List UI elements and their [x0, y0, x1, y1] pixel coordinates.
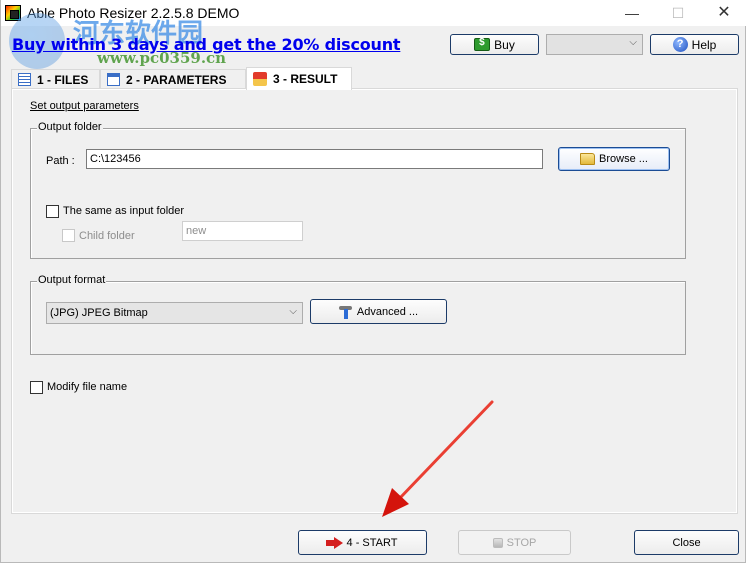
modify-file-name-checkbox[interactable]	[30, 381, 43, 394]
maximize-button[interactable]: ☐	[655, 0, 701, 26]
start-button[interactable]: 4 - START	[298, 530, 427, 555]
result-icon	[253, 72, 267, 86]
modify-file-name-label: Modify file name	[47, 381, 128, 393]
tab-files-label: 1 - FILES	[37, 72, 89, 87]
document-icon	[18, 73, 31, 86]
minimize-icon: —	[625, 5, 639, 21]
start-label: 4 - START	[346, 536, 398, 549]
chevron-down-icon: ⌵	[629, 37, 637, 48]
close-label: Close	[672, 536, 701, 549]
child-folder-checkbox[interactable]	[62, 229, 75, 242]
arrow-right-icon	[325, 536, 343, 549]
close-window-button[interactable]: ✕	[701, 0, 746, 26]
tab-result-label: 3 - RESULT	[273, 72, 338, 86]
tab-parameters-label: 2 - PARAMETERS	[126, 72, 227, 87]
tab-parameters[interactable]: 2 - PARAMETERS	[100, 69, 246, 89]
chevron-down-icon: ⌵	[289, 306, 297, 317]
output-folder-group-label: Output folder	[37, 121, 103, 133]
list-icon	[107, 73, 120, 86]
same-as-input-checkbox[interactable]	[46, 205, 59, 218]
help-icon: ?	[672, 37, 688, 52]
help-button[interactable]: ? Help	[650, 34, 739, 55]
output-format-value: (JPG) JPEG Bitmap	[50, 307, 148, 319]
stop-button[interactable]: STOP	[458, 530, 571, 555]
close-icon: ✕	[717, 4, 731, 21]
hammer-icon	[338, 305, 353, 319]
minimize-button[interactable]: —	[609, 0, 655, 26]
child-folder-input[interactable]	[182, 221, 303, 241]
stop-icon	[492, 537, 503, 548]
advanced-button[interactable]: Advanced ...	[310, 299, 447, 324]
path-input[interactable]	[86, 149, 543, 169]
window-title: Able Photo Resizer 2.2.5.8 DEMO	[27, 5, 240, 21]
child-folder-label: Child folder	[79, 230, 135, 242]
buy-button[interactable]: Buy	[450, 34, 539, 55]
output-format-dropdown[interactable]: (JPG) JPEG Bitmap ⌵	[46, 302, 303, 324]
tab-files[interactable]: 1 - FILES	[11, 69, 100, 89]
buy-label: Buy	[494, 37, 515, 52]
stop-label: STOP	[506, 536, 537, 549]
app-window: Able Photo Resizer 2.2.5.8 DEMO — ☐ ✕ 河东…	[0, 0, 746, 563]
title-bar: Able Photo Resizer 2.2.5.8 DEMO — ☐ ✕	[1, 0, 746, 26]
advanced-label: Advanced ...	[356, 305, 419, 318]
promo-discount-link[interactable]: Buy within 3 days and get the 20% discou…	[12, 35, 401, 54]
language-dropdown[interactable]: ⌵	[546, 34, 643, 55]
set-output-parameters-link[interactable]: Set output parameters	[30, 100, 139, 112]
output-format-group-label: Output format	[37, 274, 107, 286]
app-logo-icon	[5, 5, 21, 21]
maximize-icon: ☐	[671, 5, 685, 21]
money-icon	[474, 37, 491, 51]
same-as-input-label: The same as input folder	[63, 205, 185, 217]
close-button[interactable]: Close	[634, 530, 739, 555]
folder-icon	[580, 153, 596, 165]
browse-button[interactable]: Browse ...	[558, 147, 670, 171]
path-label: Path :	[46, 155, 75, 167]
browse-label: Browse ...	[599, 153, 648, 165]
tab-result[interactable]: 3 - RESULT	[246, 67, 352, 90]
help-label: Help	[691, 37, 717, 52]
